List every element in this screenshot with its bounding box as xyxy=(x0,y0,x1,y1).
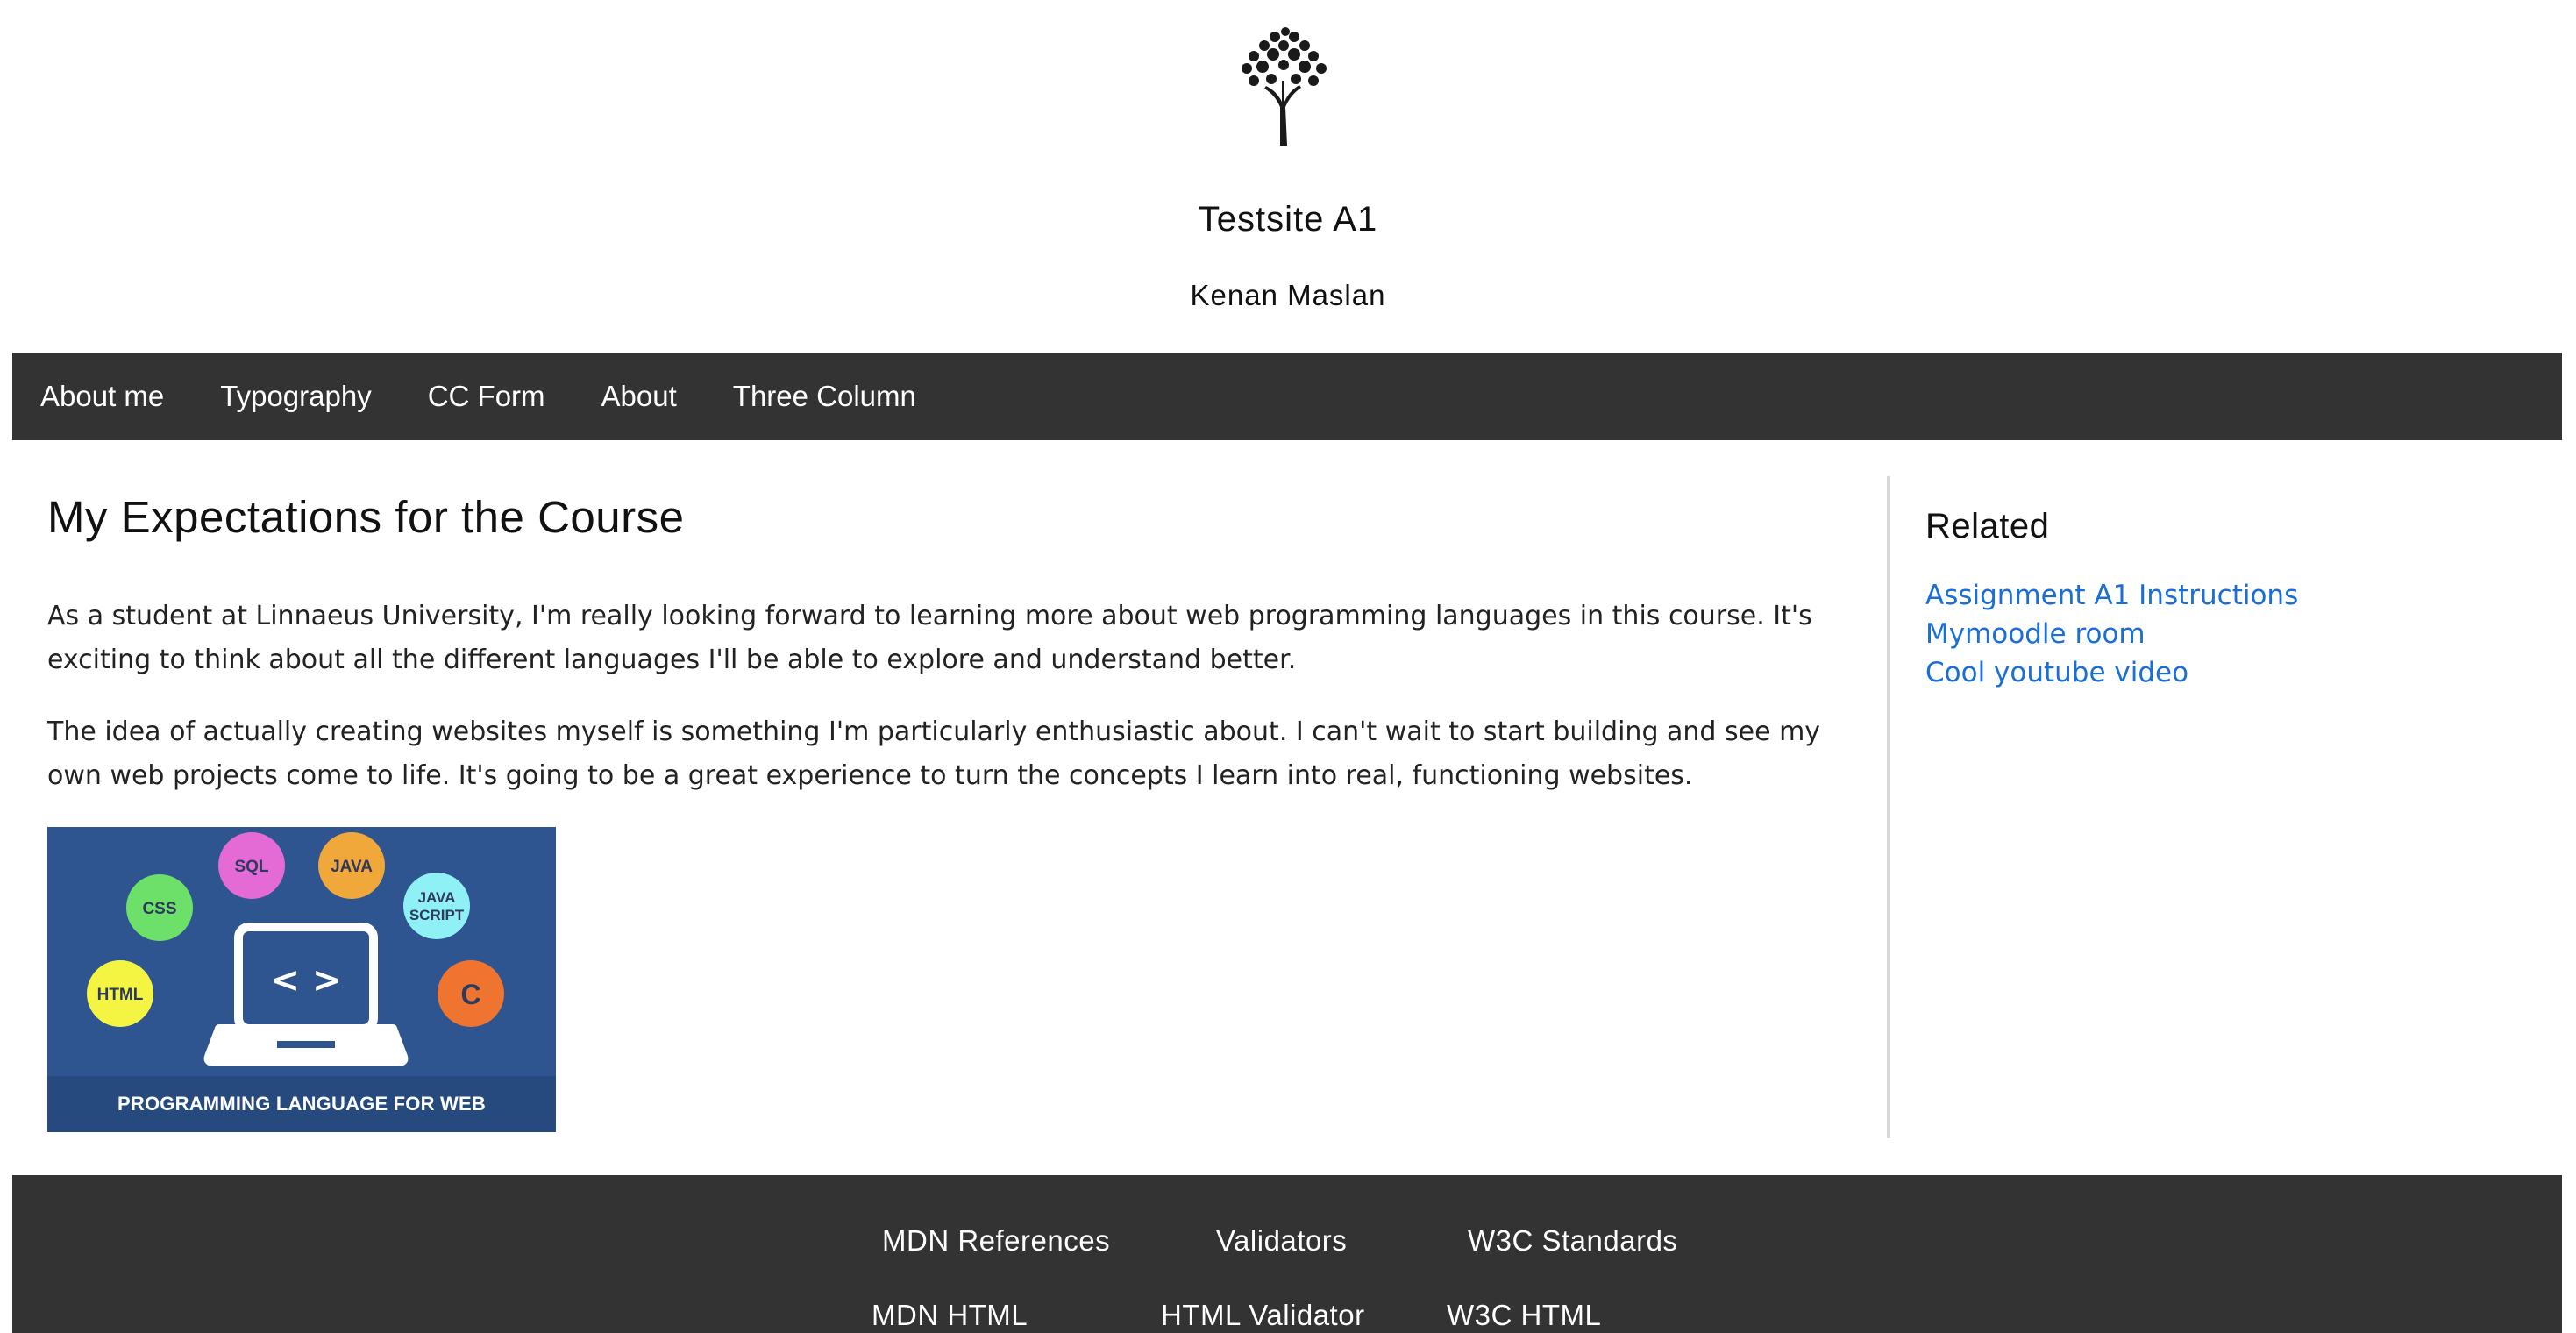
tree-icon xyxy=(1242,27,1327,146)
site-title: Testsite A1 xyxy=(1198,200,1378,239)
page-heading: My Expectations for the Course xyxy=(47,492,685,542)
related-link-assignment[interactable]: Assignment A1 Instructions xyxy=(1925,576,2539,615)
course-image: HTML CSS SQL JAVA JAVA SCRIPT C < > PROG… xyxy=(47,827,556,1132)
footer-heading-w3c: W3C Standards xyxy=(1468,1224,1678,1257)
code-symbol: < > xyxy=(271,960,342,1001)
footer-link-w3c-html[interactable]: W3C HTML xyxy=(1447,1299,1601,1332)
nav-item-typography[interactable]: Typography xyxy=(192,380,399,413)
paragraph-1: As a student at Linnaeus University, I'm… xyxy=(47,601,1812,675)
svg-text:HTML: HTML xyxy=(97,986,144,1004)
footer-heading-validators: Validators xyxy=(1216,1224,1348,1257)
badge-css: CSS xyxy=(126,874,193,941)
sidebar-heading: Related xyxy=(1925,507,2050,545)
svg-text:SQL: SQL xyxy=(234,858,268,876)
svg-text:CSS: CSS xyxy=(142,900,176,918)
badge-c: C xyxy=(438,960,504,1027)
main-nav: About me Typography CC Form About Three … xyxy=(12,353,2562,440)
column-divider xyxy=(1887,476,1890,1138)
course-illustration: HTML CSS SQL JAVA JAVA SCRIPT C < > xyxy=(87,832,504,1066)
site-author: Kenan Maslan xyxy=(1190,279,1386,311)
badge-java: JAVA xyxy=(318,832,385,899)
svg-text:C: C xyxy=(460,979,480,1010)
nav-item-about-me[interactable]: About me xyxy=(12,380,192,413)
image-caption: PROGRAMMING LANGUAGE FOR WEB DEVELOPMENT xyxy=(47,1076,556,1132)
badge-javascript: JAVA SCRIPT xyxy=(403,873,470,939)
site-footer: MDN References Validators W3C Standards … xyxy=(12,1175,2562,1333)
badge-html: HTML xyxy=(87,960,153,1027)
svg-text:SCRIPT: SCRIPT xyxy=(409,907,465,923)
main-content: My Expectations for the Course As a stud… xyxy=(47,491,1854,1132)
nav-item-cc-form[interactable]: CC Form xyxy=(400,380,573,413)
nav-item-about[interactable]: About xyxy=(573,380,705,413)
footer-link-html-validator[interactable]: HTML Validator xyxy=(1161,1299,1365,1332)
paragraph-2: The idea of actually creating websites m… xyxy=(47,716,1821,791)
page: Testsite A1 Kenan Maslan About me Typogr… xyxy=(0,0,2576,1333)
nav-item-three-column[interactable]: Three Column xyxy=(705,380,944,413)
svg-text:JAVA: JAVA xyxy=(418,889,456,906)
related-link-youtube[interactable]: Cool youtube video xyxy=(1925,653,2539,692)
badge-sql: SQL xyxy=(218,832,285,899)
footer-heading-mdn: MDN References xyxy=(882,1224,1111,1257)
site-header: Testsite A1 Kenan Maslan xyxy=(0,0,2576,353)
svg-text:JAVA: JAVA xyxy=(331,858,373,876)
sidebar: Related Assignment A1 Instructions Mymoo… xyxy=(1925,507,2539,692)
related-link-mymoodle[interactable]: Mymoodle room xyxy=(1925,615,2539,653)
footer-link-mdn-html[interactable]: MDN HTML xyxy=(872,1299,1028,1332)
